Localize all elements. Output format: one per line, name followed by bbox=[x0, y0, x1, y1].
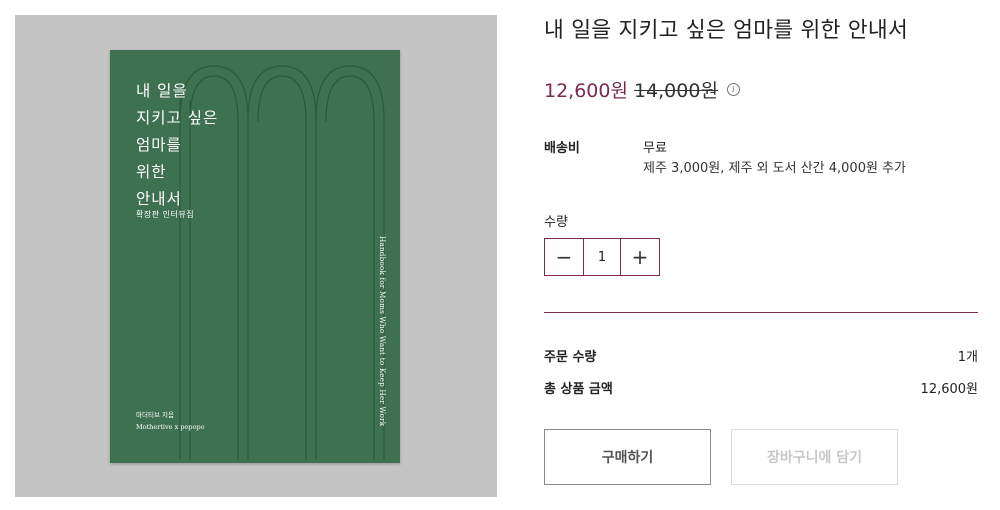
divider bbox=[544, 312, 978, 313]
quantity-value[interactable]: 1 bbox=[583, 239, 621, 275]
cover-author: 마더티브 지음 Mothertive x popopo bbox=[136, 409, 205, 433]
total-price-value: 12,600원 bbox=[920, 382, 978, 397]
product-image-panel: 내 일을 지키고 싶은 엄마를 위한 안내서 확장판 인터뷰집 Handbook… bbox=[15, 15, 497, 497]
cover-title: 내 일을 지키고 싶은 엄마를 위한 안내서 bbox=[136, 78, 218, 213]
cover-title-line: 엄마를 bbox=[136, 136, 182, 154]
shipping-value: 무료 bbox=[643, 141, 667, 156]
sale-price: 12,600원 bbox=[544, 80, 628, 102]
cover-title-line: 지키고 싶은 bbox=[136, 109, 219, 127]
original-price: 14,000원 bbox=[633, 80, 718, 102]
book-cover-image: 내 일을 지키고 싶은 엄마를 위한 안내서 확장판 인터뷰집 Handbook… bbox=[110, 50, 400, 463]
cover-english-title: Handbook for Moms Who Want to Keep Her W… bbox=[378, 236, 387, 427]
order-quantity-label: 주문 수량 bbox=[544, 350, 597, 365]
shipping-label: 배송비 bbox=[544, 141, 580, 156]
price-row: 12,600원 14,000원 i bbox=[544, 76, 740, 103]
product-detail-page: 내 일을 지키고 싶은 엄마를 위한 안내서 확장판 인터뷰집 Handbook… bbox=[0, 0, 1000, 510]
buy-button[interactable]: 구매하기 bbox=[544, 429, 711, 485]
total-price-label: 총 상품 금액 bbox=[544, 382, 613, 397]
shipping-note: 제주 3,000원, 제주 외 도서 산간 4,000원 추가 bbox=[643, 161, 906, 176]
quantity-plus-button[interactable]: + bbox=[621, 239, 659, 275]
quantity-stepper: − 1 + bbox=[544, 238, 660, 276]
info-icon[interactable]: i bbox=[726, 83, 740, 96]
quantity-minus-button[interactable]: − bbox=[545, 239, 583, 275]
cover-subtitle: 확장판 인터뷰집 bbox=[136, 210, 195, 219]
product-title: 내 일을 지키고 싶은 엄마를 위한 안내서 bbox=[544, 18, 909, 43]
cover-author-line: 마더티브 지음 bbox=[136, 411, 174, 419]
add-to-cart-button[interactable]: 장바구니에 담기 bbox=[731, 429, 898, 485]
quantity-label: 수량 bbox=[544, 215, 568, 230]
cover-title-line: 위한 bbox=[136, 163, 167, 181]
cover-title-line: 내 일을 bbox=[136, 82, 188, 100]
cover-author-line: Mothertive x popopo bbox=[136, 423, 205, 431]
order-quantity-value: 1개 bbox=[957, 350, 978, 365]
